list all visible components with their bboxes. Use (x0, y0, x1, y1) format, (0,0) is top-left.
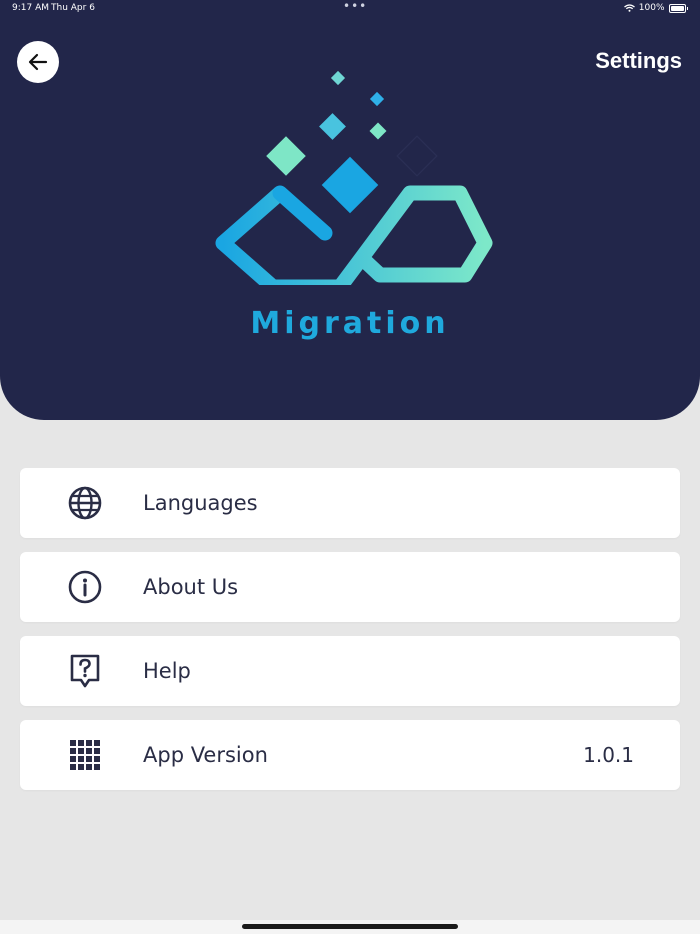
settings-menu: Languages About Us Help App Version 1.0.… (20, 468, 680, 804)
status-date: Thu Apr 6 (51, 3, 95, 13)
header: 9:17 AM Thu Apr 6 ••• 100% Settings Migr… (0, 0, 700, 420)
wifi-icon (623, 4, 635, 12)
menu-item-languages[interactable]: Languages (20, 468, 680, 538)
page-title: Settings (595, 48, 682, 73)
logo-text: Migration (250, 306, 450, 341)
multitasking-dots-icon[interactable]: ••• (343, 0, 367, 13)
arrow-left-icon (28, 53, 48, 71)
menu-label-help: Help (143, 659, 191, 683)
status-bar: 9:17 AM Thu Apr 6 ••• 100% (0, 0, 700, 18)
info-icon (67, 569, 103, 605)
status-time: 9:17 AM (12, 3, 49, 13)
globe-icon (67, 485, 103, 521)
migration-logo (215, 70, 493, 285)
grid-icon (67, 737, 103, 773)
menu-label-app-version: App Version (143, 743, 268, 767)
home-indicator[interactable] (242, 924, 458, 929)
menu-item-about-us[interactable]: About Us (20, 552, 680, 622)
menu-label-about-us: About Us (143, 575, 239, 599)
status-right: 100% (623, 3, 688, 13)
menu-item-help[interactable]: Help (20, 636, 680, 706)
battery-icon (668, 3, 686, 13)
app-version-value: 1.0.1 (583, 743, 634, 767)
menu-label-languages: Languages (143, 491, 258, 515)
battery-percent: 100% (638, 3, 665, 13)
back-button[interactable] (17, 41, 59, 83)
menu-item-app-version[interactable]: App Version 1.0.1 (20, 720, 680, 790)
help-icon (67, 653, 103, 689)
